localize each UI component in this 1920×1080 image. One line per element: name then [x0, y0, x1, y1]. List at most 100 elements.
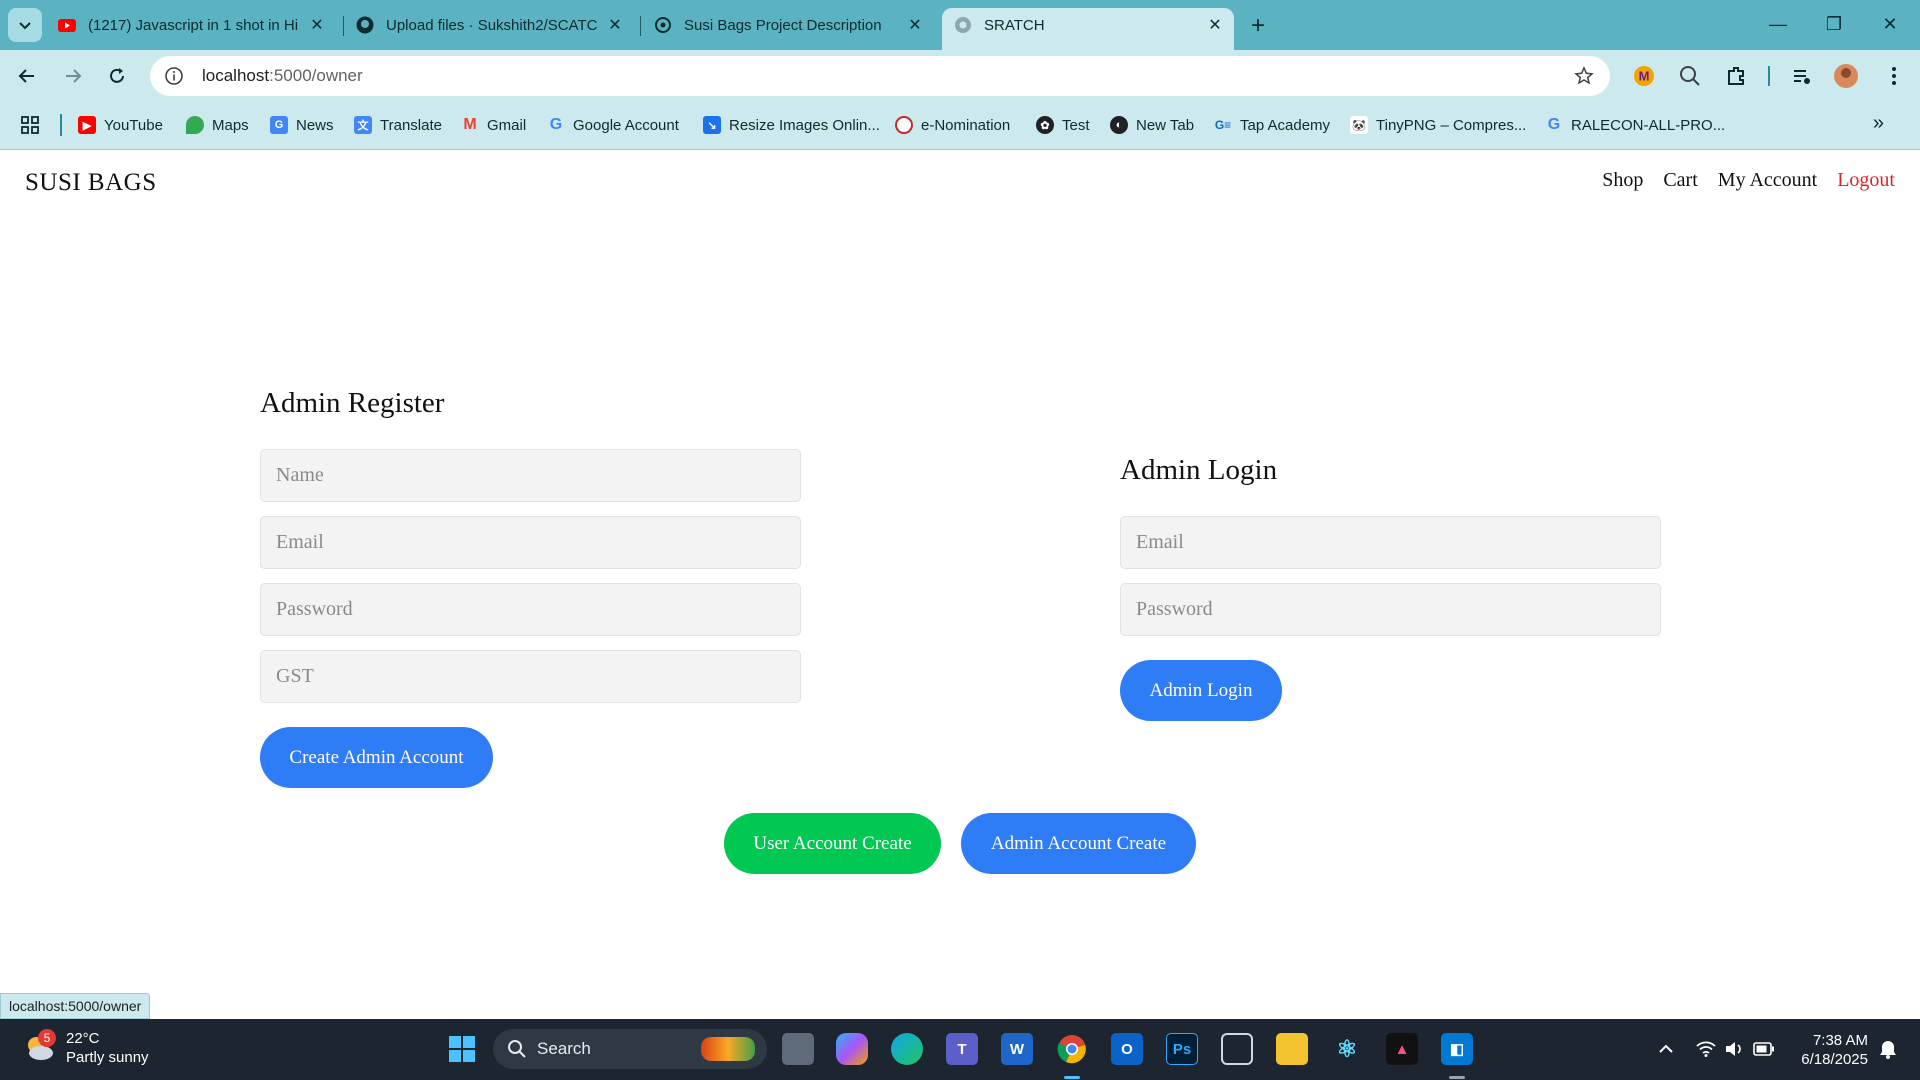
nav-cart-link[interactable]: Cart [1663, 169, 1697, 192]
feedback-hub-icon[interactable] [1221, 1033, 1253, 1065]
weather-widget[interactable]: 5 22°C Partly sunny [22, 1029, 149, 1067]
extension-m-icon[interactable]: M [1630, 62, 1658, 90]
bookmark-e-nomination[interactable]: e-Nomination [895, 112, 1010, 138]
close-window-button[interactable]: ✕ [1862, 6, 1918, 42]
login-password-field[interactable] [1120, 583, 1661, 636]
bookmark-star-icon[interactable] [1572, 64, 1596, 88]
youtube-icon [58, 16, 76, 34]
panda-icon: 🐼 [1350, 116, 1368, 134]
bookmark-ralecon[interactable]: G RALECON-ALL-PRO... [1545, 112, 1725, 138]
affinity-icon[interactable]: ▲ [1386, 1033, 1418, 1065]
bookmark-google-account[interactable]: G Google Account [547, 112, 679, 138]
teams-icon[interactable]: T [946, 1033, 978, 1065]
task-view-icon[interactable] [782, 1033, 814, 1065]
apps-grid-button[interactable] [20, 112, 40, 138]
bookmark-label: New Tab [1136, 116, 1195, 134]
vscode-icon[interactable]: ◧ [1441, 1033, 1473, 1065]
google-icon: G [1547, 116, 1561, 133]
bookmark-youtube[interactable]: ▶ YouTube [78, 112, 163, 138]
page-content: SUSI BAGS Shop Cart My Account Logout Ad… [0, 151, 1920, 1019]
more-bookmarks-chevron-icon[interactable]: » [1873, 112, 1884, 135]
tab-sratch-active[interactable]: SRATCH ✕ [942, 8, 1234, 50]
zoom-icon[interactable] [1676, 62, 1704, 90]
address-url[interactable]: localhost:5000/owner [202, 66, 363, 86]
bookmark-resize-images[interactable]: ↘ Resize Images Onlin... [703, 112, 880, 138]
extensions-puzzle-icon[interactable] [1722, 62, 1750, 90]
restore-button[interactable]: ❐ [1806, 6, 1862, 42]
brand-logo[interactable]: SUSI BAGS [25, 169, 157, 197]
close-tab-icon[interactable]: ✕ [306, 14, 328, 36]
tab-title: Susi Bags Project Description [684, 16, 882, 34]
forward-button[interactable] [56, 59, 90, 93]
back-button[interactable] [10, 59, 44, 93]
address-bar[interactable]: localhost:5000/owner [150, 56, 1610, 96]
bookmark-new-tab[interactable]: ◐ New Tab [1110, 112, 1194, 138]
login-email-field[interactable] [1120, 516, 1661, 569]
windows-logo-icon [449, 1036, 475, 1062]
bookmark-test[interactable]: ✿ Test [1036, 112, 1090, 138]
close-tab-icon[interactable]: ✕ [604, 14, 626, 36]
nav-shop-link[interactable]: Shop [1602, 169, 1643, 192]
register-email-field[interactable] [260, 516, 801, 569]
reload-button[interactable] [100, 59, 134, 93]
wifi-icon[interactable] [1694, 1037, 1718, 1061]
chrome-icon[interactable] [1056, 1033, 1088, 1065]
admin-login-heading: Admin Login [1120, 454, 1278, 486]
nav-logout-link[interactable]: Logout [1837, 169, 1895, 192]
news-icon: G [270, 116, 288, 134]
admin-login-button[interactable]: Admin Login [1120, 660, 1282, 721]
start-button[interactable] [446, 1033, 478, 1065]
bookmark-label: Gmail [487, 116, 527, 134]
file-explorer-icon[interactable] [1276, 1033, 1308, 1065]
register-name-field[interactable] [260, 449, 801, 502]
register-gst-field[interactable] [260, 650, 801, 703]
bookmark-label: Test [1062, 116, 1090, 134]
tab-youtube[interactable]: (1217) Javascript in 1 shot in Hi ✕ [58, 8, 328, 42]
user-account-create-button[interactable]: User Account Create [724, 813, 941, 874]
minimize-button[interactable]: — [1750, 6, 1806, 42]
tab-search-button[interactable] [8, 8, 42, 42]
react-icon[interactable]: ⚛ [1331, 1033, 1363, 1065]
system-clock[interactable]: 7:38 AM 6/18/2025 [1801, 1031, 1868, 1069]
admin-account-create-button[interactable]: Admin Account Create [961, 813, 1196, 874]
notifications-icon[interactable] [1876, 1037, 1900, 1061]
profile-avatar[interactable] [1832, 62, 1860, 90]
edge-icon[interactable] [891, 1033, 923, 1065]
bookmark-gmail[interactable]: M Gmail [461, 112, 526, 138]
register-password-field[interactable] [260, 583, 801, 636]
media-controls-icon[interactable] [1788, 62, 1816, 90]
tab-separator [640, 16, 641, 36]
nav-my-account-link[interactable]: My Account [1718, 169, 1817, 192]
bookmark-tap-academy[interactable]: G≡ Tap Academy [1214, 112, 1330, 138]
bookmark-tinypng[interactable]: 🐼 TinyPNG – Compres... [1350, 112, 1526, 138]
create-admin-account-button[interactable]: Create Admin Account [260, 727, 493, 788]
new-tab-button[interactable]: + [1244, 12, 1272, 40]
volume-icon[interactable] [1722, 1037, 1746, 1061]
youtube-icon: ▶ [78, 116, 96, 134]
close-tab-icon[interactable]: ✕ [904, 14, 926, 36]
bookmark-label: Google Account [573, 116, 679, 134]
bookmark-news[interactable]: G News [270, 112, 334, 138]
search-icon [508, 1040, 526, 1058]
word-icon[interactable]: W [1001, 1033, 1033, 1065]
tab-title: Upload files · Sukshith2/SCATCH [386, 16, 598, 34]
site-info-icon[interactable] [160, 62, 188, 90]
photoshop-icon[interactable]: Ps [1166, 1033, 1198, 1065]
google-icon: G [549, 116, 563, 133]
outlook-icon[interactable]: O [1111, 1033, 1143, 1065]
clock-time: 7:38 AM [1812, 1032, 1868, 1049]
bookmark-label: Resize Images Onlin... [729, 116, 880, 134]
battery-icon[interactable] [1752, 1037, 1776, 1061]
copilot-icon[interactable] [836, 1033, 868, 1065]
tab-chatgpt[interactable]: Susi Bags Project Description ✕ [654, 8, 926, 42]
partly-sunny-icon: 5 [22, 1029, 56, 1065]
taskbar-search[interactable]: Search [493, 1029, 767, 1069]
menu-kebab-icon[interactable] [1880, 62, 1908, 90]
bookmark-maps[interactable]: Maps [186, 112, 249, 138]
close-tab-icon[interactable]: ✕ [1204, 14, 1226, 36]
bookmark-translate[interactable]: 文 Translate [354, 112, 442, 138]
bookmarks-separator [60, 114, 62, 136]
show-hidden-icons-chevron-icon[interactable] [1654, 1037, 1678, 1061]
tab-github[interactable]: Upload files · Sukshith2/SCATCH ✕ [356, 8, 626, 42]
admin-register-heading: Admin Register [260, 387, 445, 419]
